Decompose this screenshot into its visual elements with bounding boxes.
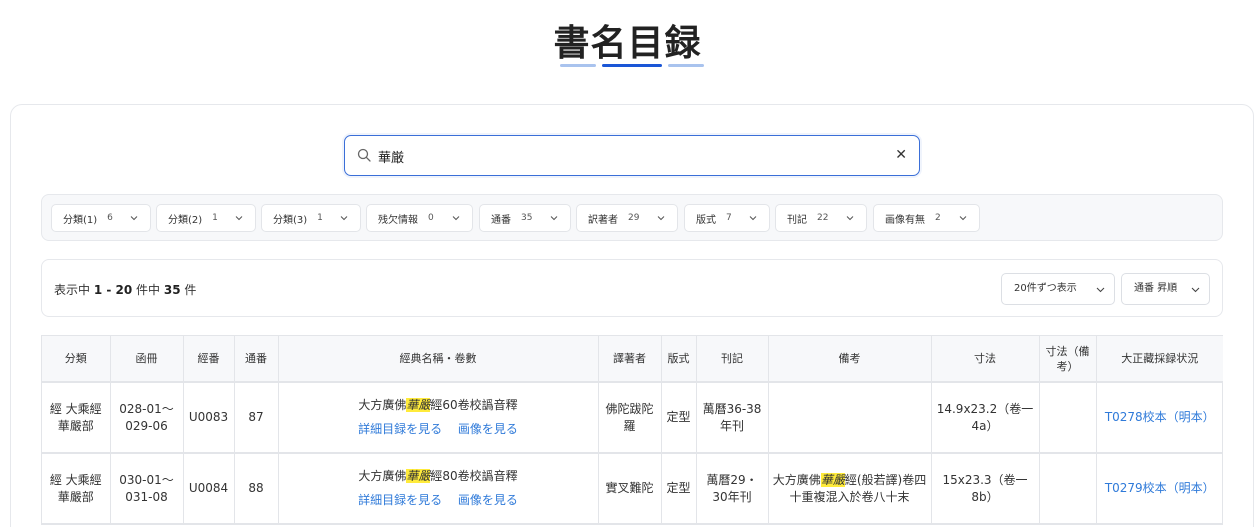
cell-taisho: T0279校本（明本） [1096,453,1223,525]
taisho-link[interactable]: T0279校本（明本） [1105,481,1215,495]
cell-size-notes [1039,382,1097,454]
cell-colophon: 萬曆29・30年刊 [696,453,769,525]
cell-size-notes [1039,453,1097,525]
cell-serial: 88 [234,453,279,525]
filter-translator[interactable]: 訳著者 29 [576,204,678,232]
cell-category: 經 大乘經華嚴部 [42,382,111,454]
filter-colophon[interactable]: 刊記 22 [775,204,867,232]
search-highlight: 華嚴 [406,398,431,412]
search-input[interactable] [378,145,878,167]
cell-taisho: T0278校本（明本） [1096,382,1223,454]
header-title[interactable]: 經典名稱・卷數 [278,336,599,383]
header-format[interactable]: 版式 [661,336,697,383]
cell-volume: 028-01～029-06 [110,382,184,454]
catalog-table: 分類 函冊 經番 通番 經典名稱・卷數 譯著者 版式 刊記 備考 寸法 寸法（備… [41,335,1223,525]
sutra-title: 大方廣佛華嚴經60卷校譌音釋 [358,398,518,412]
per-page-select[interactable]: 20件ずつ表示 [1001,273,1115,305]
cell-sutra-no: U0084 [183,453,235,525]
cell-sutra-no: U0083 [183,382,235,454]
chevron-down-icon [235,216,243,221]
chevron-down-icon [959,216,967,221]
cell-translator: 實叉難陀 [598,453,662,525]
table-header-row: 分類 函冊 經番 通番 經典名稱・卷數 譯著者 版式 刊記 備考 寸法 寸法（備… [42,336,1223,383]
chevron-down-icon [130,216,138,221]
header-taisho[interactable]: 大正藏採録状況 [1096,336,1223,383]
filter-image[interactable]: 画像有無 2 [873,204,980,232]
cell-size: 14.9x23.2（卷一4a） [931,382,1040,454]
chevron-down-icon [846,216,854,221]
header-notes[interactable]: 備考 [768,336,932,383]
detail-catalog-link[interactable]: 詳細目録を見る [358,422,442,436]
sutra-title: 大方廣佛華嚴經80卷校譌音釋 [358,469,518,483]
result-count: 表示中 1 - 20 件中 35 件 [54,283,197,297]
chevron-down-icon [452,216,460,221]
chevron-down-icon [749,216,757,221]
cell-colophon: 萬曆36-38年刊 [696,382,769,454]
header-sutra-no[interactable]: 經番 [183,336,235,383]
chevron-down-icon [340,216,348,221]
header-size[interactable]: 寸法 [931,336,1040,383]
cell-size: 15x23.3（卷一8b） [931,453,1040,525]
title-underline [560,64,705,68]
filter-missing-info[interactable]: 残欠情報 0 [366,204,473,232]
search-icon [357,148,371,162]
header-translator[interactable]: 譯著者 [598,336,662,383]
cell-serial: 87 [234,382,279,454]
filter-category-3[interactable]: 分類(3) 1 [261,204,361,232]
sort-select[interactable]: 通番 昇順 [1121,273,1210,305]
table-row: 經 大乘經華嚴部 028-01～029-06 U0083 87 大方廣佛華嚴經6… [42,382,1223,454]
cell-volume: 030-01～031-08 [110,453,184,525]
view-image-link[interactable]: 画像を見る [458,422,518,436]
cell-title: 大方廣佛華嚴經80卷校譌音釋 詳細目録を見る 画像を見る [278,453,599,525]
cell-format: 定型 [661,453,697,525]
table-row: 經 大乘經華嚴部 030-01～031-08 U0084 88 大方廣佛華嚴經8… [42,453,1223,525]
chevron-down-icon [657,216,665,221]
view-image-link[interactable]: 画像を見る [458,493,518,507]
cell-category: 經 大乘經華嚴部 [42,453,111,525]
search-highlight: 華嚴 [406,469,431,483]
search-highlight: 華嚴 [820,472,845,487]
result-bar: 表示中 1 - 20 件中 35 件 20件ずつ表示 通番 昇順 [41,259,1223,317]
search-box[interactable]: ✕ [344,135,920,176]
chevron-down-icon [550,216,558,221]
filter-serial[interactable]: 通番 35 [479,204,571,232]
header-size-notes[interactable]: 寸法（備考） [1039,336,1097,383]
cell-translator: 佛陀跋陀羅 [598,382,662,454]
page-title: 書名目録 [553,23,702,64]
detail-catalog-link[interactable]: 詳細目録を見る [358,493,442,507]
taisho-link[interactable]: T0278校本（明本） [1105,410,1215,424]
cell-notes: 大方廣佛華嚴經(般若譯)卷四十重複混入於卷八十末 [768,453,932,525]
filter-bar: 分類(1) 6 分類(2) 1 分類(3) 1 残欠情報 0 通番 35 訳著者 29 版式… [41,194,1223,241]
cell-notes [768,382,932,454]
header-category[interactable]: 分類 [42,336,111,383]
header-volume[interactable]: 函冊 [110,336,184,383]
cell-format: 定型 [661,382,697,454]
chevron-down-icon [1096,287,1105,293]
filter-category-2[interactable]: 分類(2) 1 [156,204,256,232]
header-serial[interactable]: 通番 [234,336,279,383]
header-colophon[interactable]: 刊記 [696,336,769,383]
filter-format[interactable]: 版式 7 [684,204,770,232]
filter-category-1[interactable]: 分類(1) 6 [51,204,151,232]
cell-title: 大方廣佛華嚴經60卷校譌音釋 詳細目録を見る 画像を見る [278,382,599,454]
chevron-down-icon [1191,287,1200,293]
clear-search-icon[interactable]: ✕ [895,147,907,163]
